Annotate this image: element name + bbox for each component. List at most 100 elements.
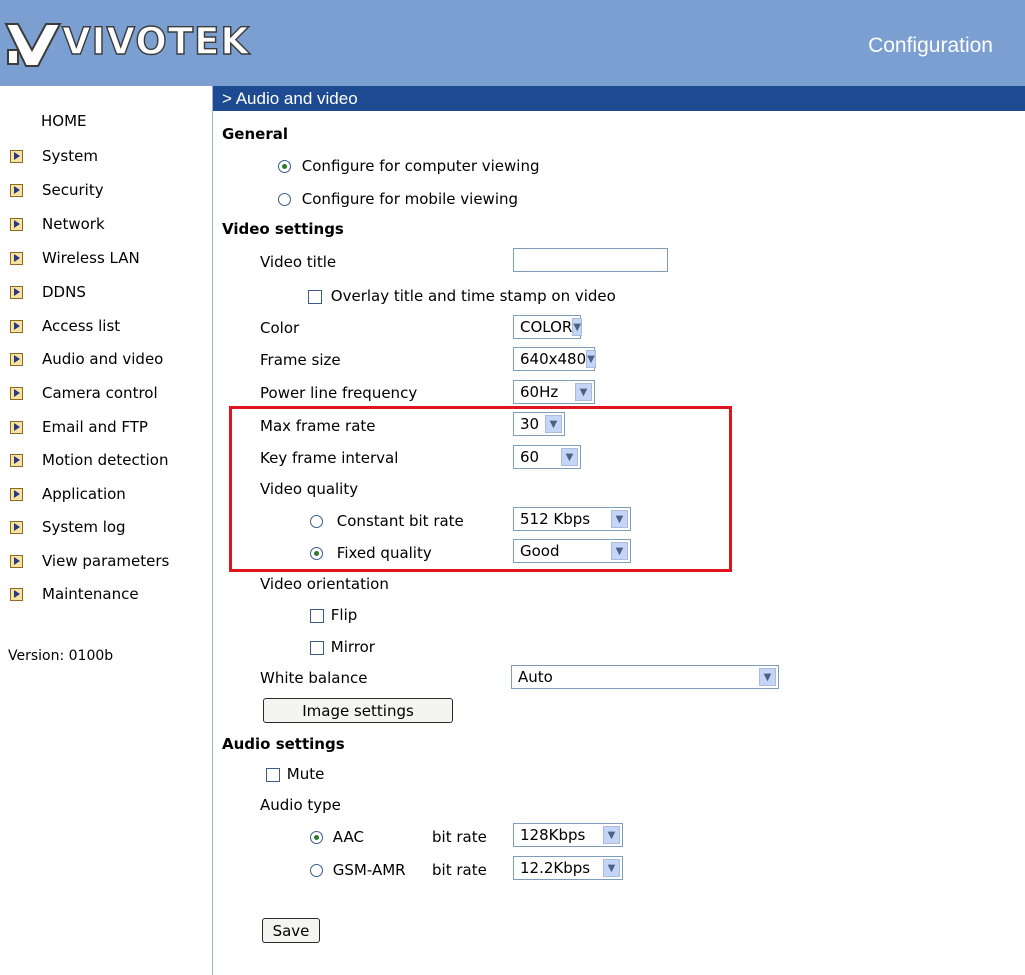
sidebar-item-wireless-lan[interactable]: Wireless LAN (8, 247, 140, 269)
arrow-right-icon (10, 420, 23, 434)
mirror-label: Mirror (330, 638, 375, 656)
sidebar-item-application[interactable]: Application (8, 483, 126, 505)
aac-bitrate-label: bit rate (432, 828, 487, 846)
frame-size-label: Frame size (260, 351, 341, 369)
sidebar-item-home[interactable]: HOME (41, 112, 87, 130)
page-title: Configuration (868, 34, 993, 57)
sidebar-item-label: Email and FTP (42, 418, 148, 436)
sidebar: HOME System Security Network Wireless LA… (0, 86, 213, 975)
sidebar-item-label: Application (42, 485, 126, 503)
color-select[interactable]: COLOR ▼ (513, 315, 583, 339)
sidebar-item-ddns[interactable]: DDNS (8, 281, 86, 303)
header-bar: VIVOTEK Configuration (0, 0, 1025, 86)
chevron-down-icon: ▼ (759, 668, 776, 686)
aac-bitrate-select[interactable]: 128Kbps ▼ (513, 823, 623, 847)
white-balance-label: White balance (260, 669, 368, 687)
video-settings-heading: Video settings (222, 220, 344, 238)
aac-option[interactable]: AAC (310, 828, 364, 846)
chevron-down-icon: ▼ (575, 383, 592, 401)
computer-viewing-option[interactable]: Configure for computer viewing (278, 157, 540, 175)
arrow-right-icon (10, 319, 23, 333)
mute-checkbox[interactable] (266, 767, 280, 782)
brand-logo-text: VIVOTEK (61, 19, 251, 63)
arrow-right-icon (10, 554, 23, 568)
sidebar-item-camera-control[interactable]: Camera control (8, 382, 158, 404)
power-line-select[interactable]: 60Hz ▼ (513, 380, 595, 404)
sidebar-item-label: Motion detection (42, 451, 169, 469)
gsm-amr-radio[interactable] (310, 864, 323, 877)
arrow-right-icon (10, 217, 23, 231)
gsm-bitrate-select[interactable]: 12.2Kbps ▼ (513, 856, 623, 880)
video-orientation-label: Video orientation (260, 575, 389, 593)
flip-checkbox[interactable] (310, 608, 324, 623)
arrow-right-icon (10, 183, 23, 197)
sidebar-item-motion-detection[interactable]: Motion detection (8, 449, 168, 471)
mobile-viewing-option[interactable]: Configure for mobile viewing (278, 190, 518, 208)
sidebar-item-label: System (42, 147, 98, 165)
sidebar-item-label: Security (42, 181, 104, 199)
arrow-right-icon (10, 453, 23, 467)
version-label: Version: 0100b (8, 648, 114, 664)
white-balance-select[interactable]: Auto ▼ (511, 665, 779, 689)
sidebar-item-system[interactable]: System (8, 145, 98, 167)
frame-size-value: 640x480 (520, 350, 587, 368)
sidebar-item-label: DDNS (42, 283, 86, 301)
aac-bitrate-value: 128Kbps (520, 826, 586, 844)
sidebar-item-access-list[interactable]: Access list (8, 315, 120, 337)
sidebar-item-label: Wireless LAN (42, 249, 140, 267)
overlay-checkbox[interactable] (308, 289, 322, 304)
flip-option[interactable]: Flip (310, 606, 357, 624)
audio-settings-heading: Audio settings (222, 735, 345, 753)
sidebar-item-system-log[interactable]: System log (8, 516, 126, 538)
sidebar-item-label: Maintenance (42, 585, 139, 603)
overlay-label: Overlay title and time stamp on video (330, 287, 616, 305)
mobile-viewing-label: Configure for mobile viewing (301, 190, 519, 208)
aac-label: AAC (332, 828, 364, 846)
aac-radio[interactable] (310, 831, 323, 844)
sidebar-item-email-and-ftp[interactable]: Email and FTP (8, 416, 148, 438)
flip-label: Flip (330, 606, 358, 624)
power-line-label: Power line frequency (260, 384, 418, 402)
sidebar-item-label: System log (42, 518, 126, 536)
image-settings-button[interactable]: Image settings (263, 698, 453, 723)
vivotek-logo-icon (4, 23, 62, 67)
main-content: > Audio and video General Configure for … (213, 86, 1025, 975)
video-title-label: Video title (260, 253, 337, 271)
mute-option[interactable]: Mute (266, 765, 324, 783)
chevron-down-icon: ▼ (586, 350, 596, 368)
gsm-bitrate-value: 12.2Kbps (520, 859, 591, 877)
sidebar-item-label: View parameters (42, 552, 170, 570)
gsm-amr-option[interactable]: GSM-AMR (310, 861, 406, 879)
arrow-right-icon (10, 149, 23, 163)
highlight-box (229, 406, 732, 572)
arrow-right-icon (10, 386, 23, 400)
mobile-viewing-radio[interactable] (278, 193, 291, 206)
frame-size-select[interactable]: 640x480 ▼ (513, 347, 596, 371)
arrow-right-icon (10, 251, 23, 265)
video-title-input[interactable] (513, 248, 668, 272)
sidebar-item-label: Network (42, 215, 105, 233)
computer-viewing-radio[interactable] (278, 160, 291, 173)
mirror-checkbox[interactable] (310, 640, 324, 655)
sidebar-item-network[interactable]: Network (8, 213, 105, 235)
arrow-right-icon (10, 587, 23, 601)
sidebar-item-view-parameters[interactable]: View parameters (8, 550, 169, 572)
computer-viewing-label: Configure for computer viewing (301, 157, 540, 175)
audio-type-label: Audio type (260, 796, 341, 814)
power-line-value: 60Hz (520, 383, 559, 401)
sidebar-item-maintenance[interactable]: Maintenance (8, 583, 139, 605)
sidebar-item-label: Audio and video (42, 350, 164, 368)
chevron-down-icon: ▼ (603, 859, 620, 877)
sidebar-item-audio-and-video[interactable]: Audio and video (8, 348, 163, 370)
overlay-option[interactable]: Overlay title and time stamp on video (308, 287, 616, 305)
arrow-right-icon (10, 352, 23, 366)
arrow-right-icon (10, 487, 23, 501)
color-label: Color (260, 319, 300, 337)
section-header: > Audio and video (213, 86, 1025, 111)
general-heading: General (222, 125, 288, 143)
save-button[interactable]: Save (262, 918, 320, 943)
arrow-right-icon (10, 285, 23, 299)
mirror-option[interactable]: Mirror (310, 638, 375, 656)
chevron-down-icon: ▼ (603, 826, 620, 844)
sidebar-item-security[interactable]: Security (8, 179, 104, 201)
